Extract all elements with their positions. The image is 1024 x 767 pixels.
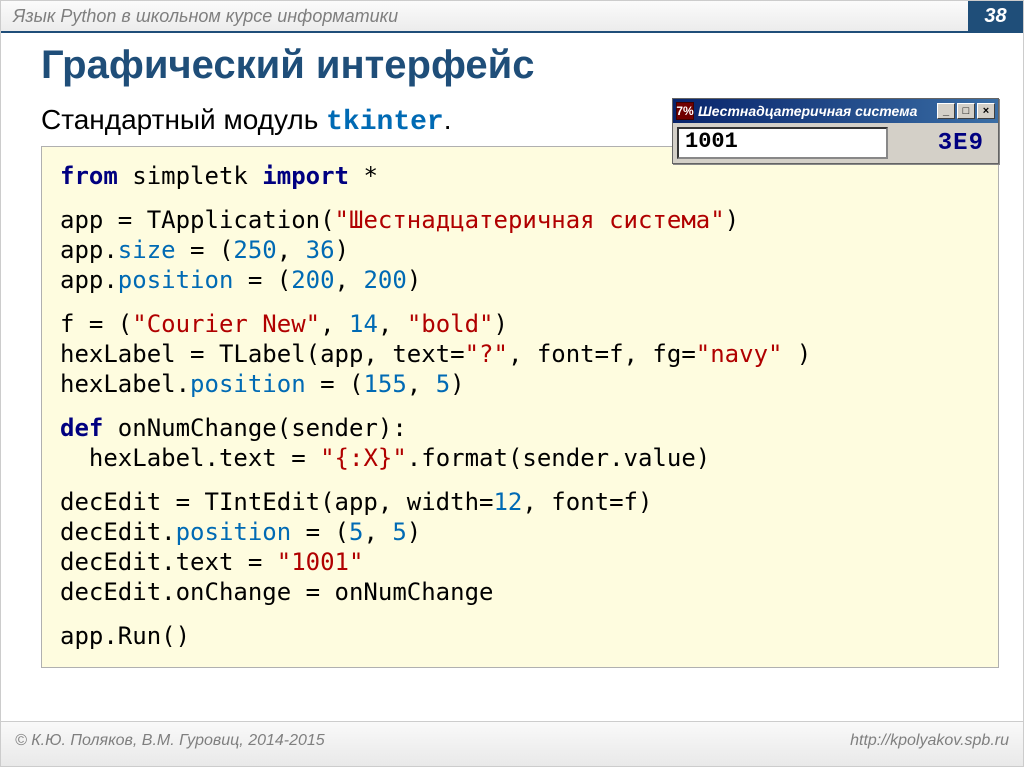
code-token: decEdit.text = <box>60 548 277 576</box>
window-title: Шестнадцатеричная система <box>698 103 937 119</box>
code-token: "1001" <box>277 548 364 576</box>
code-paragraph: app = TApplication("Шестнадцатеричная си… <box>60 205 980 295</box>
subtitle-tail: . <box>444 104 452 135</box>
code-token: f = ( <box>60 310 132 338</box>
code-paragraph: decEdit = TIntEdit(app, width=12, font=f… <box>60 487 980 607</box>
code-token: position <box>118 266 234 294</box>
code-paragraph: f = ("Courier New", 14, "bold") hexLabel… <box>60 309 980 399</box>
code-paragraph: from simpletk import * <box>60 161 980 191</box>
code-token: 36 <box>306 236 335 264</box>
code-token: 155 <box>363 370 406 398</box>
code-token: position <box>190 370 306 398</box>
code-token: hexLabel.text = <box>60 444 320 472</box>
code-token: = ( <box>233 266 291 294</box>
code-token: decEdit. <box>60 518 176 546</box>
code-token: from <box>60 162 118 190</box>
code-token: = ( <box>291 518 349 546</box>
content-area: Стандартный модуль tkinter. 7% Шестнадца… <box>41 98 999 668</box>
slide-footer: © К.Ю. Поляков, В.М. Гуровиц, 2014-2015 … <box>1 721 1023 766</box>
code-paragraph: def onNumChange(sender): hexLabel.text =… <box>60 413 980 473</box>
code-token: ) <box>335 236 349 264</box>
code-token: 5 <box>436 370 450 398</box>
minimize-button[interactable]: _ <box>937 103 955 119</box>
code-token: 12 <box>493 488 522 516</box>
tkinter-window: 7% Шестнадцатеричная система _ □ × 1001 … <box>672 98 999 164</box>
code-token: , font=f) <box>522 488 652 516</box>
hex-output-label: 3E9 <box>896 130 994 157</box>
code-token: "Шестнадцатеричная система" <box>335 206 725 234</box>
code-token: 5 <box>349 518 363 546</box>
code-token: "Courier New" <box>132 310 320 338</box>
code-token: import <box>262 162 349 190</box>
code-token: 14 <box>349 310 378 338</box>
module-name: tkinter <box>326 107 444 138</box>
code-token: decEdit.onChange = onNumChange <box>60 578 493 606</box>
code-token: decEdit = TIntEdit(app, width= <box>60 488 493 516</box>
subtitle-text: Стандартный модуль <box>41 104 326 135</box>
subtitle: Стандартный модуль tkinter. 7% Шестнадца… <box>41 98 999 148</box>
code-token: position <box>176 518 292 546</box>
window-control-buttons: _ □ × <box>937 103 995 119</box>
slide-title: Графический интерфейс <box>41 43 1023 88</box>
code-token: size <box>118 236 176 264</box>
code-token: def <box>60 414 103 442</box>
code-token: 200 <box>363 266 406 294</box>
code-block: from simpletk import * app = TApplication… <box>41 146 999 668</box>
footer-url: http://kpolyakov.spb.ru <box>850 732 1009 750</box>
window-icon: 7% <box>676 102 694 120</box>
code-token: , font=f, fg= <box>508 340 696 368</box>
maximize-button[interactable]: □ <box>957 103 975 119</box>
code-token: "{:X}" <box>320 444 407 472</box>
code-token: app.Run() <box>60 622 190 650</box>
code-token: , <box>378 310 407 338</box>
code-token: app. <box>60 236 118 264</box>
page-number: 38 <box>968 1 1023 31</box>
code-token: ) <box>494 310 508 338</box>
code-token: = ( <box>306 370 364 398</box>
code-token: "navy" <box>696 340 783 368</box>
code-paragraph: app.Run() <box>60 621 980 651</box>
slide-header: Язык Python в школьном курсе информатики… <box>1 1 1023 31</box>
code-token: , <box>363 518 392 546</box>
code-token: , <box>320 310 349 338</box>
code-token: ) <box>450 370 464 398</box>
window-client-area: 1001 3E9 <box>673 123 998 163</box>
code-token: "bold" <box>407 310 494 338</box>
close-button[interactable]: × <box>977 103 995 119</box>
decimal-input[interactable]: 1001 <box>677 127 888 159</box>
code-token: ) <box>407 266 421 294</box>
code-token: 200 <box>291 266 334 294</box>
code-token: .format(sender.value) <box>407 444 710 472</box>
slide: Язык Python в школьном курсе информатики… <box>0 0 1024 767</box>
code-token: ) <box>725 206 739 234</box>
code-token: app = TApplication( <box>60 206 335 234</box>
code-token: hexLabel = TLabel(app, text= <box>60 340 465 368</box>
code-token: "?" <box>465 340 508 368</box>
code-token: = ( <box>176 236 234 264</box>
code-token: ) <box>407 518 421 546</box>
code-token: 250 <box>233 236 276 264</box>
footer-copyright: © К.Ю. Поляков, В.М. Гуровиц, 2014-2015 <box>15 732 850 750</box>
header-title: Язык Python в школьном курсе информатики <box>13 6 1011 27</box>
code-token: , <box>277 236 306 264</box>
code-token: , <box>407 370 436 398</box>
code-token: 5 <box>392 518 406 546</box>
code-token: app. <box>60 266 118 294</box>
code-token: * <box>349 162 378 190</box>
code-token: ) <box>782 340 811 368</box>
code-token: , <box>335 266 364 294</box>
window-titlebar: 7% Шестнадцатеричная система _ □ × <box>673 99 998 123</box>
code-token: onNumChange(sender): <box>103 414 406 442</box>
code-token: hexLabel. <box>60 370 190 398</box>
header-underline <box>1 31 1023 33</box>
code-token: simpletk <box>118 162 263 190</box>
